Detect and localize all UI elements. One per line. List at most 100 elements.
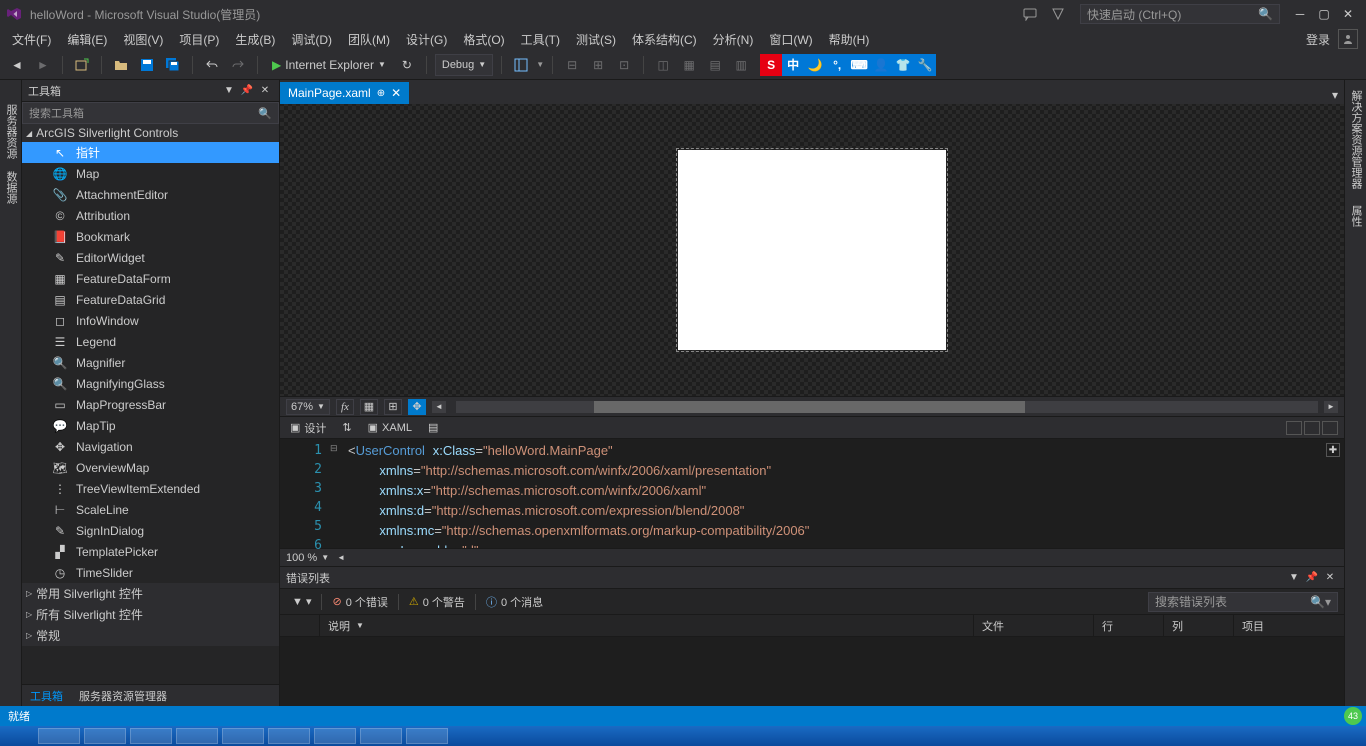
code-editor[interactable]: 123456 ⊟ <UserControl x:Class="helloWord…	[280, 438, 1344, 548]
col-column[interactable]: 列	[1164, 615, 1234, 636]
toolbox-item[interactable]: 🔍Magnifier	[22, 352, 279, 373]
toolbox-item[interactable]: 🔍MagnifyingGlass	[22, 373, 279, 394]
group-button-1[interactable]: ◫	[652, 54, 674, 76]
taskbar-entry[interactable]	[176, 728, 218, 744]
toolbox-item[interactable]: ◷TimeSlider	[22, 562, 279, 583]
taskbar-entry[interactable]	[222, 728, 264, 744]
refresh-button[interactable]: ↻	[396, 54, 418, 76]
ime-moon-icon[interactable]: 🌙	[804, 54, 826, 76]
feedback-icon[interactable]	[1018, 2, 1042, 26]
menu-test[interactable]: 测试(S)	[568, 29, 624, 50]
toolbox-item[interactable]: ⋮TreeViewItemExtended	[22, 478, 279, 499]
fx-button[interactable]: fx	[336, 399, 354, 415]
sign-in-link[interactable]: 登录	[1306, 31, 1330, 48]
split-horizontal-icon[interactable]	[1304, 421, 1320, 435]
toolbox-item[interactable]: ◻InfoWindow	[22, 310, 279, 331]
errors-filter[interactable]: ⊘0 个错误	[326, 592, 393, 612]
menu-project[interactable]: 项目(P)	[171, 29, 227, 50]
save-all-button[interactable]	[162, 54, 184, 76]
horizontal-scrollbar[interactable]	[456, 401, 1318, 413]
group-button-3[interactable]: ▤	[704, 54, 726, 76]
save-button[interactable]	[136, 54, 158, 76]
design-canvas[interactable]	[678, 150, 946, 350]
menu-edit[interactable]: 编辑(E)	[59, 29, 115, 50]
toolbox-item[interactable]: ▦FeatureDataForm	[22, 268, 279, 289]
close-icon[interactable]: ✕	[1322, 570, 1338, 586]
menu-design[interactable]: 设计(G)	[398, 29, 455, 50]
tabs-dropdown-icon[interactable]: ▾	[1326, 86, 1344, 104]
ime-lang-button[interactable]: 中	[782, 54, 804, 76]
taskbar-entry[interactable]	[38, 728, 80, 744]
avatar-icon[interactable]	[1338, 29, 1358, 49]
split-vertical-icon[interactable]	[1286, 421, 1302, 435]
dropdown-icon[interactable]: ▼	[221, 83, 237, 99]
toolbox-search-input[interactable]: 搜索工具箱 🔍	[22, 102, 279, 124]
start-debug-button[interactable]: ▶ Internet Explorer ▼	[266, 54, 392, 76]
warnings-filter[interactable]: ⚠0 个警告	[403, 592, 471, 612]
pin-icon[interactable]: 📌	[239, 83, 255, 99]
col-icon[interactable]	[280, 615, 320, 636]
undo-button[interactable]	[201, 54, 223, 76]
ime-keyboard-icon[interactable]: ⌨	[848, 54, 870, 76]
menu-format[interactable]: 格式(O)	[455, 29, 512, 50]
toolbox-item[interactable]: 🌐Map	[22, 163, 279, 184]
layout-button[interactable]	[510, 54, 532, 76]
toolbox-item[interactable]: 💬MapTip	[22, 415, 279, 436]
col-project[interactable]: 项目	[1234, 615, 1344, 636]
messages-filter[interactable]: ⓘ0 个消息	[480, 592, 549, 612]
tab-server-explorer[interactable]: 服务器资源管理器	[71, 685, 175, 706]
group-button-4[interactable]: ▥	[730, 54, 752, 76]
menu-architecture[interactable]: 体系结构(C)	[624, 29, 705, 50]
menu-team[interactable]: 团队(M)	[340, 29, 398, 50]
toolbox-item[interactable]: ✥Navigation	[22, 436, 279, 457]
menu-window[interactable]: 窗口(W)	[761, 29, 820, 50]
config-combo[interactable]: Debug ▼	[435, 54, 493, 76]
notifications-icon[interactable]	[1046, 2, 1070, 26]
close-icon[interactable]: ✕	[257, 83, 273, 99]
ime-tool-icon[interactable]: 🔧	[914, 54, 936, 76]
align-button-2[interactable]: ⊞	[587, 54, 609, 76]
pan-button[interactable]: ✥	[408, 399, 426, 415]
col-description[interactable]: 说明▼	[320, 615, 974, 636]
group-button-2[interactable]: ▦	[678, 54, 700, 76]
ime-skin-icon[interactable]: 👕	[892, 54, 914, 76]
toolbox-group[interactable]: ▷常规	[22, 625, 279, 646]
menu-file[interactable]: 文件(F)	[4, 29, 59, 50]
menu-debug[interactable]: 调试(D)	[283, 29, 340, 50]
zoom-combo[interactable]: 67% ▼	[286, 399, 330, 415]
toolbox-item[interactable]: ▤FeatureDataGrid	[22, 289, 279, 310]
toolbox-item[interactable]: ✎EditorWidget	[22, 247, 279, 268]
tab-xaml[interactable]: ▣ XAML	[364, 419, 416, 436]
menu-build[interactable]: 生成(B)	[227, 29, 283, 50]
scroll-right-icon[interactable]: ►	[1324, 401, 1338, 413]
tab-toolbox[interactable]: 工具箱	[22, 685, 71, 706]
pin-icon[interactable]: ⊕	[377, 88, 385, 99]
dropdown-icon[interactable]: ▼	[1286, 570, 1302, 586]
close-icon[interactable]: ✕	[391, 86, 401, 100]
close-button[interactable]: ✕	[1336, 4, 1360, 24]
split-collapse-icon[interactable]	[1322, 421, 1338, 435]
ime-punct-icon[interactable]: °,	[826, 54, 848, 76]
toolbox-item[interactable]: 🗺OverviewMap	[22, 457, 279, 478]
start-button[interactable]	[4, 727, 34, 745]
scroll-left-icon[interactable]: ◄	[432, 401, 446, 413]
ime-user-icon[interactable]: 👤	[870, 54, 892, 76]
tab-design[interactable]: ▣ 设计	[286, 418, 330, 438]
toolbox-item[interactable]: ✎SignInDialog	[22, 520, 279, 541]
scroll-left-icon[interactable]: ◄	[337, 553, 345, 562]
design-canvas-area[interactable]	[280, 104, 1344, 396]
taskbar-entry[interactable]	[360, 728, 402, 744]
toolbox-item[interactable]: ⊢ScaleLine	[22, 499, 279, 520]
side-tab-server[interactable]: 服务器资源	[0, 98, 21, 165]
swap-icon[interactable]: ⇅	[342, 421, 351, 434]
toolbox-group[interactable]: ▷所有 Silverlight 控件	[22, 604, 279, 625]
scrollbar-thumb[interactable]	[594, 401, 1025, 413]
ime-logo-icon[interactable]: S	[760, 54, 782, 76]
redo-button[interactable]	[227, 54, 249, 76]
toolbox-item[interactable]: 📕Bookmark	[22, 226, 279, 247]
menu-analyze[interactable]: 分析(N)	[705, 29, 762, 50]
code-content[interactable]: <UserControl x:Class="helloWord.MainPage…	[344, 439, 1344, 548]
filter-button[interactable]: ▼ ▾	[286, 593, 317, 610]
quick-launch-input[interactable]: 快速启动 (Ctrl+Q) 🔍	[1080, 4, 1280, 24]
menu-help[interactable]: 帮助(H)	[821, 29, 878, 50]
